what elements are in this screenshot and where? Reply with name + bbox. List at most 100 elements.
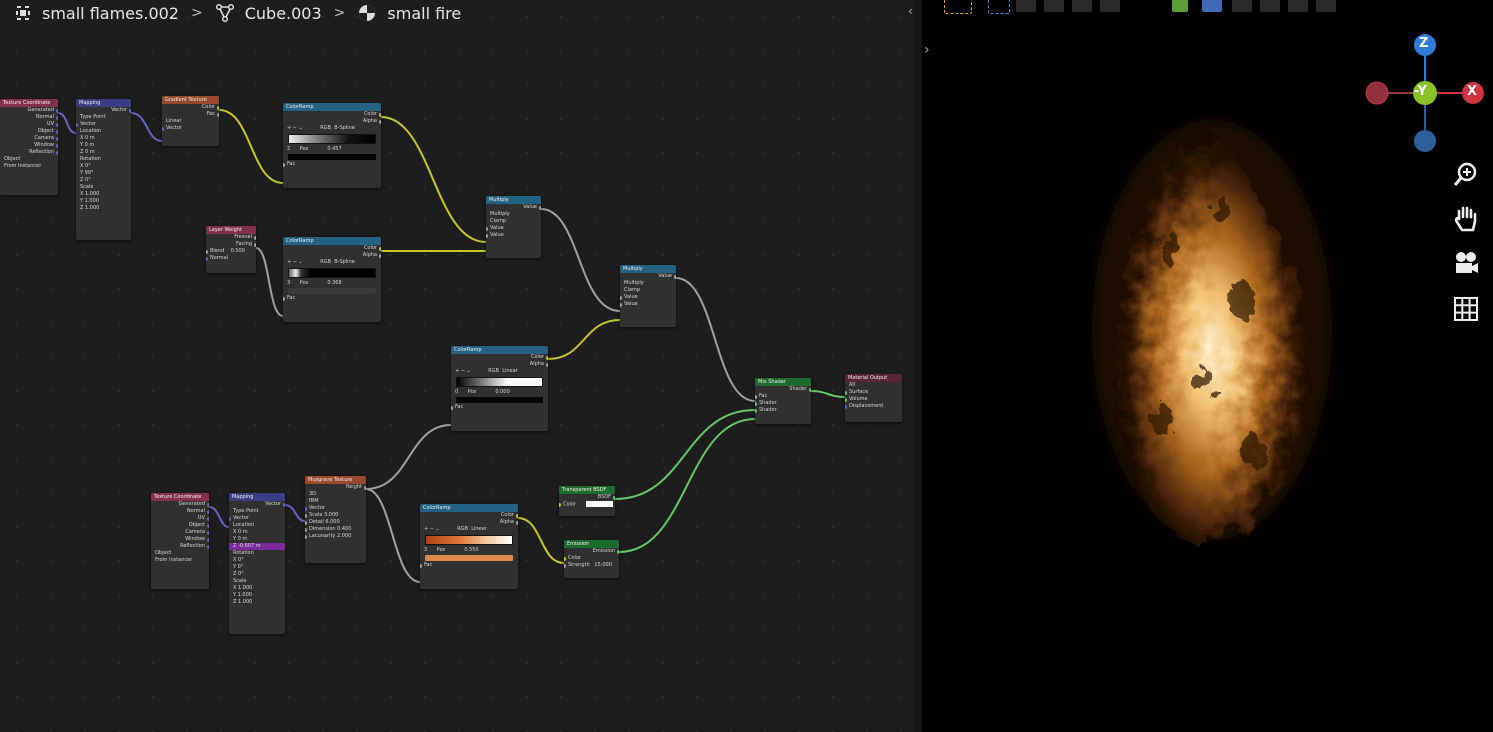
rotation-x[interactable]: X 0°: [76, 163, 131, 170]
stop-position[interactable]: 0.457: [327, 146, 341, 152]
socket-vector-in[interactable]: Vector: [229, 515, 285, 522]
socket-normal-in[interactable]: Normal: [206, 255, 256, 262]
socket-dot[interactable]: [283, 502, 285, 507]
socket-surface-in[interactable]: Surface: [845, 389, 902, 396]
blend-field[interactable]: Blend 0.500: [206, 248, 256, 255]
dimension-field[interactable]: Dimension 0.400: [305, 526, 366, 533]
socket-dot[interactable]: [845, 390, 847, 395]
socket-facing-out[interactable]: Facing: [206, 241, 256, 248]
scale-y[interactable]: Y 1.000: [229, 592, 285, 599]
lacunarity-field[interactable]: Lacunarity 2.000: [305, 533, 366, 540]
node-transparent-bsdf[interactable]: Transparent BSDF BSDF Color: [559, 486, 615, 516]
socket-alpha-out[interactable]: Alpha: [283, 118, 381, 125]
socket-dot[interactable]: [56, 108, 58, 113]
socket-bsdf-out[interactable]: BSDF: [559, 494, 615, 501]
socket-color-out[interactable]: Color: [451, 354, 548, 361]
socket-dot[interactable]: [546, 362, 548, 367]
socket-dot[interactable]: [451, 405, 453, 410]
location-z[interactable]: Z -0.607 m: [229, 543, 285, 550]
node-layer-weight[interactable]: Layer Weight Fresnel Facing Blend 0.500 …: [206, 226, 256, 273]
socket-uv[interactable]: UV: [151, 515, 209, 522]
socket-reflection[interactable]: Reflection: [0, 149, 58, 156]
color-ramp-widget[interactable]: [288, 268, 376, 278]
gradient-type-dropdown[interactable]: Linear: [162, 118, 219, 125]
node-math-multiply[interactable]: Multiply Value Multiply Clamp Value Valu…: [620, 265, 676, 327]
socket-dot[interactable]: [56, 115, 58, 120]
socket-vector-in[interactable]: Vector: [76, 121, 131, 128]
socket-dot[interactable]: [305, 527, 307, 532]
color-ramp-widget[interactable]: [456, 377, 543, 387]
gizmo-x-label[interactable]: X: [1467, 84, 1477, 99]
stop-position[interactable]: 0.550: [464, 547, 478, 553]
location-x[interactable]: X 0 m: [229, 529, 285, 536]
operation-dropdown[interactable]: Multiply: [486, 211, 541, 218]
location-y[interactable]: Y 0 m: [229, 536, 285, 543]
node-colorramp[interactable]: ColorRamp Color Alpha + − ⌄ RGB B-Spline…: [283, 103, 381, 188]
interpolation-dropdown[interactable]: B-Spline: [334, 259, 355, 265]
socket-fac-in[interactable]: Fac: [420, 562, 518, 569]
rotation-y[interactable]: Y 0°: [229, 564, 285, 571]
socket-dot[interactable]: [379, 112, 381, 117]
socket-volume-in[interactable]: Volume: [845, 396, 902, 403]
camera-icon[interactable]: [1448, 246, 1484, 282]
node-mapping[interactable]: Mapping Vector Type Point Vector Locatio…: [76, 99, 131, 240]
socket-dot[interactable]: [379, 246, 381, 251]
socket-dot[interactable]: [56, 143, 58, 148]
socket-generated[interactable]: Generated: [0, 107, 58, 114]
socket-dot[interactable]: [539, 205, 541, 210]
ramp-toolbar[interactable]: + − ⌄ RGB B-Spline: [283, 259, 381, 266]
socket-dot[interactable]: [674, 274, 676, 279]
socket-dot[interactable]: [56, 122, 58, 127]
socket-shader-out[interactable]: Shader: [755, 386, 811, 393]
socket-normal[interactable]: Normal: [0, 114, 58, 121]
socket-dot[interactable]: [207, 516, 209, 521]
socket-color-out[interactable]: Color: [420, 512, 518, 519]
socket-dot[interactable]: [379, 253, 381, 258]
node-colorramp[interactable]: ColorRamp Color Alpha + − ⌄ RGB B-Spline…: [283, 237, 381, 322]
socket-alpha-out[interactable]: Alpha: [451, 361, 548, 368]
socket-value-out[interactable]: Value: [620, 273, 676, 280]
socket-dot[interactable]: [755, 394, 757, 399]
socket-window[interactable]: Window: [151, 536, 209, 543]
socket-dot[interactable]: [254, 235, 256, 240]
socket-uv[interactable]: UV: [0, 121, 58, 128]
socket-fresnel-out[interactable]: Fresnel: [206, 234, 256, 241]
socket-dot[interactable]: [564, 556, 566, 561]
node-header[interactable]: Gradient Texture: [162, 96, 219, 104]
socket-dot[interactable]: [56, 150, 58, 155]
node-material-output[interactable]: Material Output All Surface Volume Displ…: [845, 374, 902, 422]
socket-value-in[interactable]: Value: [486, 225, 541, 232]
socket-camera[interactable]: Camera: [0, 135, 58, 142]
scale-field[interactable]: Scale 3.000: [305, 512, 366, 519]
stop-index[interactable]: 2: [287, 146, 290, 152]
ramp-toolbar[interactable]: + − ⌄ RGB Linear: [451, 368, 548, 375]
stop-row[interactable]: 3 Pos 0.368: [283, 280, 381, 287]
area-divider[interactable]: [914, 0, 922, 732]
node-texture-coordinate[interactable]: Texture Coordinate Generated Normal UV O…: [0, 99, 58, 195]
socket-dot[interactable]: [516, 520, 518, 525]
clamp-checkbox[interactable]: Clamp: [486, 218, 541, 225]
socket-value-out[interactable]: Value: [486, 204, 541, 211]
gizmo-z-label[interactable]: Z: [1419, 36, 1428, 51]
color-ramp-widget[interactable]: [425, 535, 513, 545]
node-colorramp[interactable]: ColorRamp Color Alpha + − ⌄ RGB Linear 3…: [420, 504, 518, 589]
type-dropdown[interactable]: Type Point: [76, 114, 131, 121]
socket-dot[interactable]: [305, 513, 307, 518]
socket-dot[interactable]: [379, 119, 381, 124]
gizmo-y-label[interactable]: -Y: [1414, 84, 1427, 99]
node-header[interactable]: Material Output: [845, 374, 902, 382]
ramp-toolbar[interactable]: + − ⌄ RGB Linear: [420, 526, 518, 533]
socket-dot[interactable]: [564, 563, 566, 568]
node-header[interactable]: Mapping: [76, 99, 131, 107]
color-swatch[interactable]: [586, 501, 614, 507]
operation-dropdown[interactable]: Multiply: [620, 280, 676, 287]
socket-alpha-out[interactable]: Alpha: [283, 252, 381, 259]
object-field[interactable]: Object: [0, 156, 58, 163]
detail-field[interactable]: Detail 6.000: [305, 519, 366, 526]
interpolation-dropdown[interactable]: Linear: [471, 526, 487, 532]
node-header[interactable]: Musgrave Texture: [305, 476, 366, 484]
scale-x[interactable]: X 1.000: [229, 585, 285, 592]
hand-pan-icon[interactable]: [1448, 201, 1484, 237]
socket-dot[interactable]: [845, 397, 847, 402]
socket-dot[interactable]: [283, 162, 285, 167]
